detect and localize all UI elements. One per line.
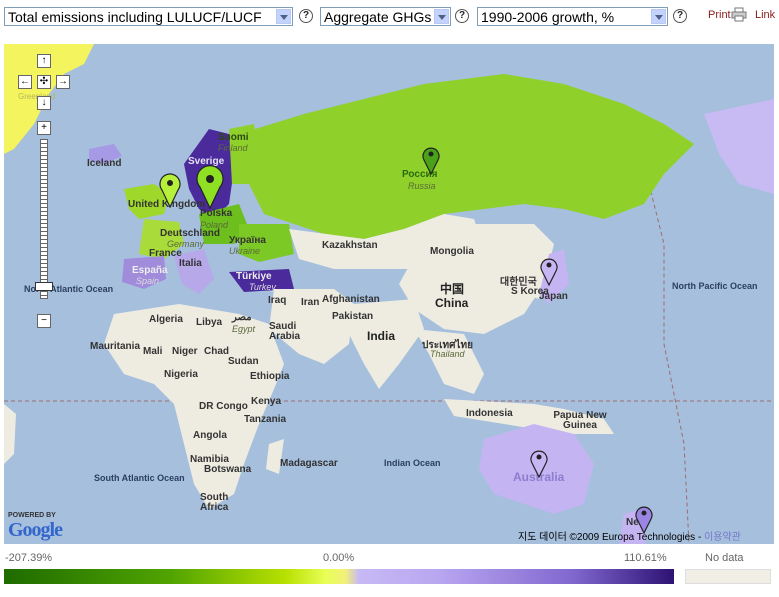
google-wordmark: Google [8, 519, 63, 542]
turkey-label: Turkey [249, 282, 276, 292]
world-map [4, 44, 774, 544]
gas-select-value: Aggregate GHGs [324, 9, 432, 25]
suomi-label: Suomi [218, 132, 249, 143]
map-view[interactable]: Greenland Iceland Suomi Finland Sverige … [4, 44, 774, 544]
botswana-label: Botswana [204, 464, 252, 475]
help-icon[interactable]: ? [299, 9, 313, 23]
chevron-down-icon[interactable] [434, 9, 449, 24]
toolbar: Total emissions including LULUCF/LUCF ? … [0, 0, 779, 34]
japan-label: Japan [539, 291, 568, 302]
legend-nodata-swatch [685, 569, 771, 584]
niger-label: Niger [172, 346, 198, 357]
legend-max-label: 110.61% [624, 552, 667, 564]
legend-nodata-label: No data [705, 552, 744, 564]
russia-label: Russia [408, 181, 436, 191]
legend-min-label: -207.39% [5, 552, 53, 564]
ethiopia-label: Ethiopia [250, 371, 290, 382]
terms-link[interactable]: 이용약관 [704, 532, 741, 543]
south-atlantic-label: South Atlantic Ocean [94, 473, 185, 483]
map-marker-australia[interactable] [529, 448, 549, 478]
pan-right-button[interactable]: → [56, 75, 70, 89]
zoom-slider-ticks [41, 140, 47, 298]
papua-label: Papua New Guinea [553, 410, 607, 431]
legend-color-scale [4, 569, 674, 584]
powered-by-text: POWERED BY [8, 512, 56, 519]
help-icon[interactable]: ? [455, 9, 469, 23]
north-pacific-label: North Pacific Ocean [672, 281, 758, 291]
turkiye-label: Türkiye [236, 271, 272, 282]
indonesia-label: Indonesia [466, 408, 513, 419]
espana-label: España [132, 265, 168, 276]
spain-label: Spain [136, 276, 160, 286]
google-logo[interactable]: POWERED BY Google [8, 512, 63, 542]
kenya-label: Kenya [251, 396, 282, 407]
sudan-label: Sudan [228, 356, 259, 367]
chevron-down-icon[interactable] [651, 9, 666, 24]
mauritania-label: Mauritania [90, 341, 141, 352]
zoom-slider-thumb[interactable] [35, 282, 53, 291]
thailand-label: Thailand [430, 349, 465, 359]
angola-label: Angola [193, 430, 227, 441]
kazakhstan-label: Kazakhstan [322, 240, 378, 251]
map-attribution: 지도 데이터 ©2009 Europa Technologies - 이용약관 [518, 528, 741, 543]
printer-icon[interactable] [731, 7, 747, 22]
madagascar-label: Madagascar [280, 458, 338, 469]
pan-left-button[interactable]: ← [18, 75, 32, 89]
link-link[interactable]: Link [755, 9, 775, 21]
pan-down-button[interactable]: ↓ [37, 96, 51, 110]
zoom-out-button[interactable]: − [37, 314, 51, 328]
print-link[interactable]: Print [708, 9, 731, 21]
attribution-text: 지도 데이터 ©2009 Europa Technologies - [518, 532, 705, 543]
finland-label: Finland [218, 143, 248, 153]
iceland-label: Iceland [87, 158, 122, 169]
map-marker-japan[interactable] [539, 256, 559, 286]
saudi-arabia-label: Saudi Arabia [269, 321, 301, 342]
dr-congo-label: DR Congo [199, 401, 248, 412]
france-label: France [149, 248, 182, 259]
ukraine-label: Ukraine [229, 246, 261, 256]
chevron-down-icon[interactable] [276, 9, 291, 24]
tanzania-label: Tanzania [244, 414, 287, 425]
algeria-label: Algeria [149, 314, 183, 325]
metric-select-value: 1990-2006 growth, % [481, 9, 615, 25]
egypt-label: Egypt [232, 324, 256, 334]
zoom-in-button[interactable]: + [37, 121, 51, 135]
google-wordmark-text: Google [8, 519, 63, 541]
gas-select[interactable]: Aggregate GHGs [320, 7, 451, 26]
map-marker-russia[interactable] [421, 145, 441, 175]
map-marker-poland[interactable] [195, 165, 225, 209]
nigeria-label: Nigeria [164, 369, 198, 380]
iran-label: Iran [301, 297, 320, 308]
india-label: India [367, 329, 396, 343]
polska-label: Polska [200, 208, 233, 219]
italia-label: Italia [179, 258, 202, 269]
mongolia-label: Mongolia [430, 246, 474, 257]
libya-label: Libya [196, 317, 223, 328]
help-icon[interactable]: ? [673, 9, 687, 23]
afghanistan-label: Afghanistan [322, 294, 380, 305]
indian-ocean-label: Indian Ocean [384, 458, 441, 468]
egypt-native-label: مصر [232, 312, 252, 323]
iraq-label: Iraq [268, 295, 287, 306]
zoom-slider-track[interactable] [40, 139, 48, 299]
emissions-select[interactable]: Total emissions including LULUCF/LUCF [4, 7, 293, 26]
china-native-label: 中国 [440, 282, 465, 296]
metric-select[interactable]: 1990-2006 growth, % [477, 7, 668, 26]
china-label: China [435, 296, 469, 310]
ukraina-label: Україна [229, 235, 266, 246]
mali-label: Mali [143, 346, 163, 357]
pan-center-button[interactable]: ✣ [37, 75, 51, 89]
south-africa-label: South Africa [200, 492, 229, 513]
pan-up-button[interactable]: ↑ [37, 54, 51, 68]
chad-label: Chad [204, 346, 229, 357]
pakistan-label: Pakistan [332, 311, 374, 322]
legend-mid-label: 0.00% [323, 552, 355, 564]
emissions-select-value: Total emissions including LULUCF/LUCF [8, 9, 262, 25]
deutschland-label: Deutschland [160, 228, 221, 239]
map-marker-uk[interactable] [158, 172, 182, 208]
